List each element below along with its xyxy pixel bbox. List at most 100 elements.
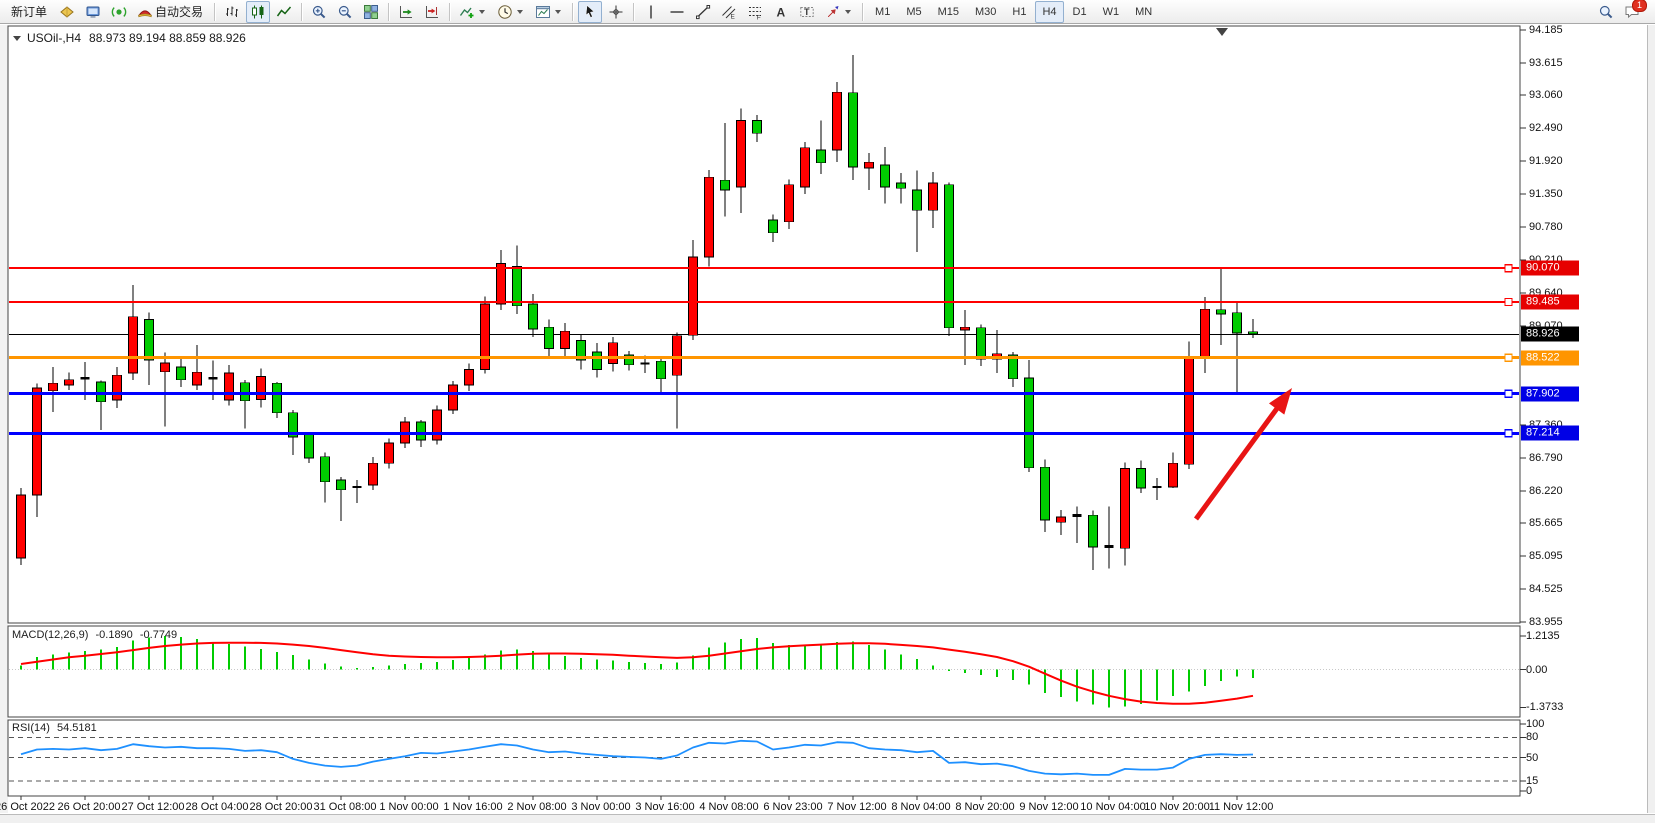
time-tick-label: 10 Nov 04:00: [1080, 801, 1145, 813]
clock-icon: [497, 4, 513, 20]
tf-w1-button[interactable]: W1: [1096, 1, 1127, 23]
tf-d1-button[interactable]: D1: [1066, 1, 1094, 23]
price-tick-label: 94.185: [1529, 24, 1563, 36]
chart-shift-button[interactable]: [420, 1, 444, 23]
time-tick-label: 9 Nov 12:00: [1019, 801, 1078, 813]
price-tick-label: 83.955: [1529, 616, 1563, 628]
time-tick-label: 3 Nov 16:00: [635, 801, 694, 813]
horizontal-line-button[interactable]: [665, 1, 689, 23]
rsi-name: RSI(14): [12, 722, 50, 734]
price-tick-label: 93.615: [1529, 57, 1563, 69]
tf-h1-button[interactable]: H1: [1005, 1, 1033, 23]
tf-m1-button-label: M1: [875, 6, 890, 18]
cursor-icon: [582, 4, 598, 20]
cursor-button[interactable]: [578, 1, 602, 23]
svg-text:E: E: [731, 13, 736, 20]
auto-scroll-icon: [398, 4, 414, 20]
time-tick-label: 4 Nov 08:00: [699, 801, 758, 813]
toolbar-groups: 新订单 自动交易 E F AT M1 M5M15M30H1 H4 D1 W1 MN: [4, 1, 1160, 23]
macd-value-signal: -0.7749: [140, 629, 177, 641]
text-label-button[interactable]: T: [795, 1, 819, 23]
time-tick-label: 26 Oct 20:00: [58, 801, 121, 813]
price-line-badge-88.522: 88.522: [1521, 350, 1579, 365]
price-tick-label: 86.220: [1529, 485, 1563, 497]
terminal-button[interactable]: [81, 1, 105, 23]
zoom-out-button[interactable]: [333, 1, 357, 23]
search-button[interactable]: [1594, 1, 1618, 23]
macd-name: MACD(12,26,9): [12, 629, 88, 641]
tf-mn-button-label: MN: [1135, 6, 1152, 18]
time-tick-label: 7 Nov 12:00: [827, 801, 886, 813]
toolbar-separator: [388, 3, 389, 21]
crosshair-button[interactable]: [604, 1, 628, 23]
signals-button[interactable]: [107, 1, 131, 23]
periods-button[interactable]: [493, 1, 529, 23]
line-chart-button[interactable]: [272, 1, 296, 23]
search-icon: [1598, 4, 1614, 20]
auto-trading-button-label: 自动交易: [155, 3, 203, 20]
tf-mn-button[interactable]: MN: [1128, 1, 1159, 23]
dropdown-arrow-icon[interactable]: [517, 10, 523, 14]
time-tick-label: 26 Oct 2022: [0, 801, 55, 813]
indicators-button[interactable]: [455, 1, 491, 23]
notification-badge: 1: [1632, 0, 1647, 12]
price-tick-label: 86.790: [1529, 452, 1563, 464]
tile-icon: [363, 4, 379, 20]
monitor-icon: [85, 4, 101, 20]
tf-w1-button-label: W1: [1103, 6, 1120, 18]
vertical-line-button[interactable]: [639, 1, 663, 23]
time-tick-label: 28 Oct 04:00: [186, 801, 249, 813]
time-tick-label: 11 Nov 12:00: [1209, 801, 1274, 813]
tf-m15-button[interactable]: M15: [931, 1, 966, 23]
price-tick-label: 92.490: [1529, 122, 1563, 134]
text-button[interactable]: A: [769, 1, 793, 23]
trendline-button[interactable]: [691, 1, 715, 23]
time-tick-label: 6 Nov 23:00: [763, 801, 822, 813]
hat-icon: [137, 4, 153, 20]
rsi-axis-label: 0: [1526, 785, 1532, 797]
svg-text:F: F: [757, 14, 761, 20]
auto-scroll-button[interactable]: [394, 1, 418, 23]
zoom-in-button[interactable]: [307, 1, 331, 23]
signal-icon: [111, 4, 127, 20]
crosshair-icon: [608, 4, 624, 20]
price-tick-label: 93.060: [1529, 89, 1563, 101]
bars-icon: [224, 4, 240, 20]
tf-m30-button[interactable]: M30: [968, 1, 1003, 23]
chart-canvas[interactable]: [0, 0, 1655, 823]
collapse-icon[interactable]: [13, 36, 21, 41]
rsi-axis-label: 100: [1526, 718, 1544, 730]
market-watch-button[interactable]: [55, 1, 79, 23]
arrows-icon: [825, 4, 841, 20]
time-tick-label: 31 Oct 08:00: [314, 801, 377, 813]
application-window: 新订单自动交易EFATM1M5M15M30H1H4D1W1MN 1 USOil-…: [0, 0, 1655, 823]
arrows-button[interactable]: [821, 1, 857, 23]
candlestick-chart-button[interactable]: [246, 1, 270, 23]
tf-m1-button[interactable]: M1: [868, 1, 897, 23]
auto-trading-button[interactable]: 自动交易: [133, 1, 209, 23]
tf-m5-button[interactable]: M5: [899, 1, 928, 23]
toolbar-separator: [214, 3, 215, 21]
tf-h4-button-label: H4: [1042, 6, 1056, 18]
price-line-badge-90.070: 90.070: [1521, 261, 1579, 276]
macd-axis-label: 1.2135: [1526, 630, 1560, 642]
fibonacci-button[interactable]: F: [743, 1, 767, 23]
zoom-out-icon: [337, 4, 353, 20]
new-order-button[interactable]: 新订单: [5, 1, 53, 23]
bar-chart-button[interactable]: [220, 1, 244, 23]
dropdown-arrow-icon[interactable]: [555, 10, 561, 14]
rsi-value: 54.5181: [57, 722, 97, 734]
toolbar-separator: [449, 3, 450, 21]
dropdown-arrow-icon[interactable]: [479, 10, 485, 14]
price-tick-label: 85.665: [1529, 517, 1563, 529]
notifications-button[interactable]: 1: [1620, 1, 1644, 23]
tile-windows-button[interactable]: [359, 1, 383, 23]
rsi-indicator-label: RSI(14) 54.5181: [12, 722, 101, 734]
svg-text:A: A: [777, 5, 786, 19]
equidistant-channel-button[interactable]: E: [717, 1, 741, 23]
new-order-button-label: 新订单: [11, 3, 47, 20]
tf-h4-button[interactable]: H4: [1035, 1, 1063, 23]
templates-button[interactable]: [531, 1, 567, 23]
zoom-in-icon: [311, 4, 327, 20]
dropdown-arrow-icon[interactable]: [845, 10, 851, 14]
